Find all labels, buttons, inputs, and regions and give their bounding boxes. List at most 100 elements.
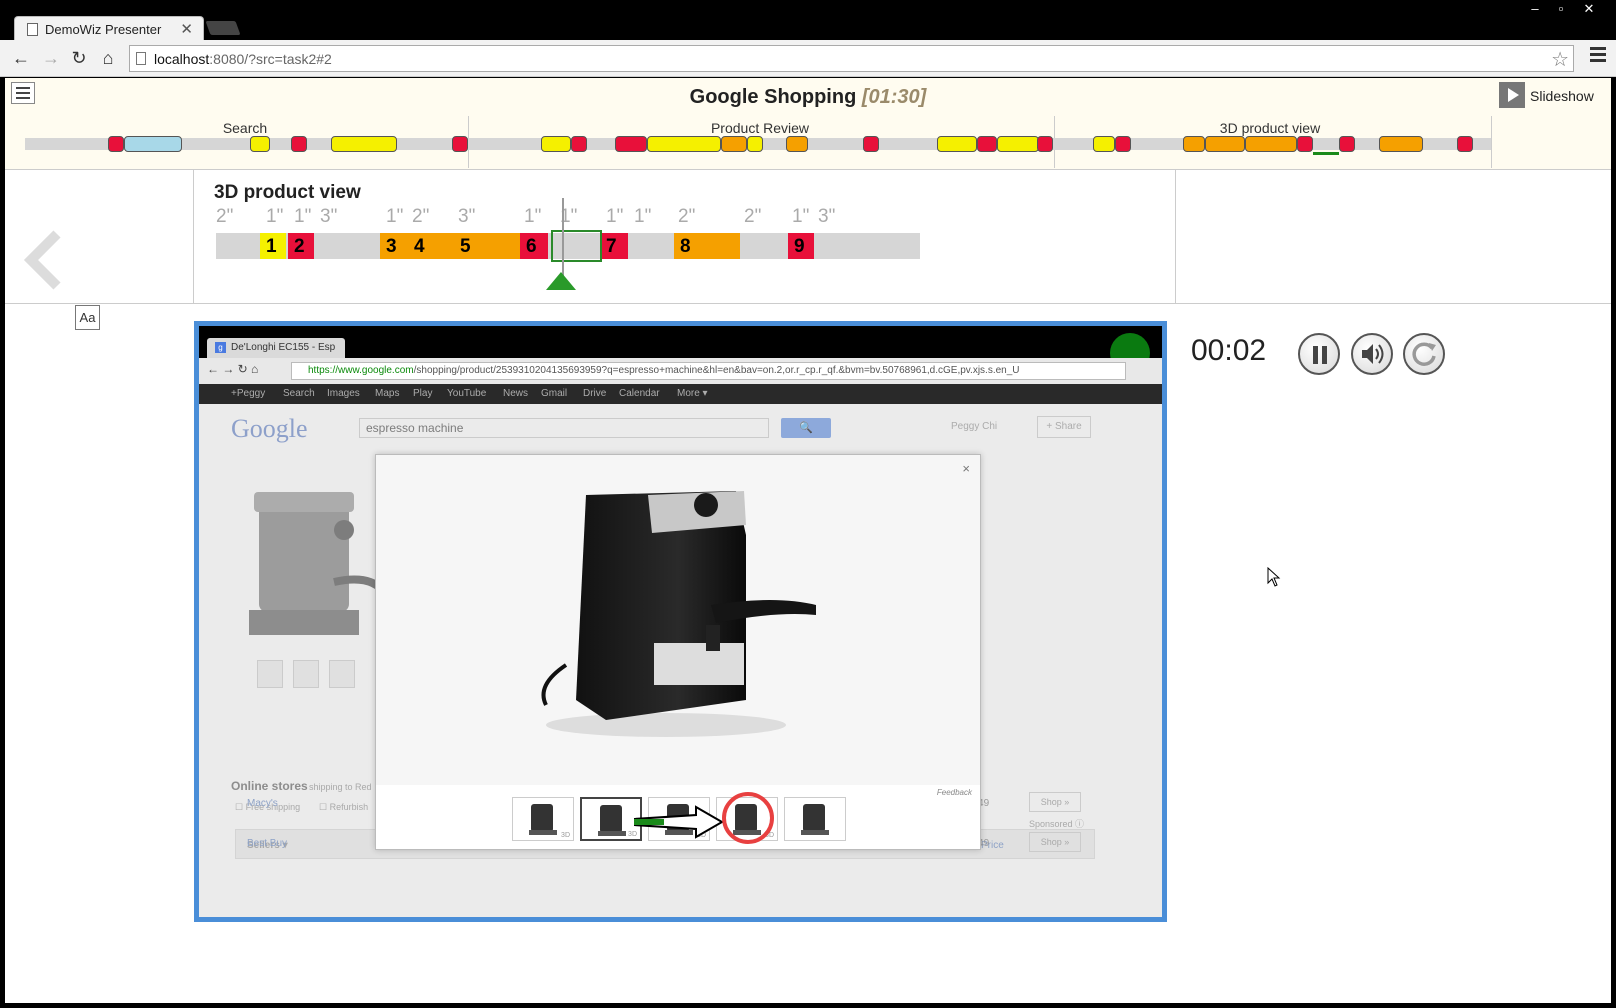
- overview-step-block[interactable]: [1205, 136, 1245, 152]
- pause-button[interactable]: [1298, 333, 1340, 375]
- font-size-button[interactable]: Aa: [75, 305, 100, 330]
- overview-step-block[interactable]: [747, 136, 763, 152]
- overview-step-block[interactable]: [1339, 136, 1355, 152]
- overview-step-block[interactable]: [108, 136, 124, 152]
- previous-section-icon[interactable]: [19, 230, 79, 290]
- step-duration: 1": [266, 206, 284, 227]
- modal-close-icon: ×: [962, 461, 970, 476]
- inner-address-bar: https://www.google.com/shopping/product/…: [291, 362, 1126, 380]
- 3d-viewer-stage: [376, 455, 980, 785]
- overview-step-block[interactable]: [997, 136, 1039, 152]
- step-5[interactable]: 5: [454, 233, 520, 259]
- overview-step-block[interactable]: [291, 136, 307, 152]
- bookmark-star-icon[interactable]: ☆: [1551, 47, 1569, 72]
- step-3[interactable]: 3: [380, 233, 408, 259]
- overview-step-block[interactable]: [1379, 136, 1423, 152]
- step-duration: 2": [744, 206, 762, 227]
- overview-step-block[interactable]: [571, 136, 587, 152]
- page-icon: [27, 23, 38, 36]
- home-icon[interactable]: ⌂: [97, 47, 119, 69]
- total-duration: [01:30]: [861, 86, 927, 108]
- volume-button[interactable]: [1351, 333, 1393, 375]
- step-duration: 1": [792, 206, 810, 227]
- step-duration: 1": [524, 206, 542, 227]
- step-duration: 2": [678, 206, 696, 227]
- google-favicon-icon: g: [215, 342, 226, 353]
- drag-annotation-arrow: [634, 805, 724, 839]
- chrome-menu-icon[interactable]: [1590, 47, 1606, 65]
- 3d-view-thumbnail: 3D: [580, 797, 642, 841]
- espresso-machine-image: [541, 491, 816, 737]
- step-7[interactable]: 7: [600, 233, 628, 259]
- close-window-button[interactable]: ✕: [1576, 0, 1602, 20]
- overview-playhead: [1313, 152, 1339, 155]
- address-bar[interactable]: localhost:8080/?src=task2#2 ☆: [129, 45, 1574, 72]
- video-screenshot: g De'Longhi EC155 - Esp ← → ↻ ⌂ https://…: [199, 326, 1162, 917]
- replay-icon: [1412, 342, 1436, 366]
- overview-step-block[interactable]: [1093, 136, 1115, 152]
- overview-step-block[interactable]: [331, 136, 397, 152]
- overview-step-block[interactable]: [1183, 136, 1205, 152]
- section-label-product-review[interactable]: Product Review: [695, 120, 825, 136]
- new-tab-button[interactable]: [205, 21, 241, 35]
- overview-header: Google Shopping [01:30] Slideshow Search…: [5, 78, 1611, 170]
- overview-step-block[interactable]: [452, 136, 468, 152]
- step-duration: 1": [386, 206, 404, 227]
- overview-step-block[interactable]: [250, 136, 270, 152]
- replay-button[interactable]: [1403, 333, 1445, 375]
- step-2[interactable]: 2: [288, 233, 314, 259]
- step-9[interactable]: 9: [788, 233, 814, 259]
- click-annotation-ring: [722, 792, 774, 844]
- mouse-cursor-icon: [1267, 567, 1281, 587]
- step-6[interactable]: 6: [520, 233, 548, 259]
- tab-close-icon[interactable]: ✕: [180, 20, 193, 38]
- step-duration: 2": [216, 206, 234, 227]
- overview-step-block[interactable]: [1457, 136, 1473, 152]
- presenter-app: Google Shopping [01:30] Slideshow Search…: [5, 78, 1611, 1003]
- overview-step-block[interactable]: [615, 136, 647, 152]
- minimize-button[interactable]: ‒: [1522, 0, 1548, 20]
- demo-video[interactable]: g De'Longhi EC155 - Esp ← → ↻ ⌂ https://…: [194, 321, 1167, 922]
- section-detail-panel: 3D product view 2" 1" 1" 3" 1" 2" 3" 1" 1" 1" 1" 2"…: [193, 170, 1176, 304]
- back-arrow-icon[interactable]: ←: [10, 47, 32, 69]
- browser-tab[interactable]: DemoWiz Presenter ✕: [14, 16, 204, 42]
- overview-step-block[interactable]: [1037, 136, 1053, 152]
- browser-toolbar: ← → ↻ ⌂ localhost:8080/?src=task2#2 ☆: [0, 40, 1616, 77]
- slideshow-button[interactable]: Slideshow: [1499, 82, 1609, 110]
- step-8[interactable]: 8: [674, 233, 740, 259]
- 3d-view-thumbnail: 3D: [512, 797, 574, 841]
- playhead-handle[interactable]: [546, 272, 576, 290]
- overview-step-block[interactable]: [863, 136, 879, 152]
- overview-step-block[interactable]: [721, 136, 747, 152]
- overview-step-block[interactable]: [1115, 136, 1131, 152]
- step-duration: 1": [294, 206, 312, 227]
- step-duration: 2": [412, 206, 430, 227]
- playback-timer: 00:02: [1191, 334, 1267, 367]
- url-text: localhost:8080/?src=task2#2: [154, 51, 332, 67]
- step-4[interactable]: 4: [408, 233, 454, 259]
- forward-arrow-icon[interactable]: →: [40, 47, 62, 69]
- section-detail: 3D product view 2" 1" 1" 3" 1" 2" 3" 1" 1" 1" 1" 2"…: [5, 170, 1611, 304]
- overview-step-block[interactable]: [786, 136, 808, 152]
- section-label-3d-product-view[interactable]: 3D product view: [1205, 120, 1335, 136]
- section-label-search[interactable]: Search: [185, 120, 305, 136]
- step-1[interactable]: 1: [260, 233, 286, 259]
- overview-step-block[interactable]: [1297, 136, 1313, 152]
- page-icon: [136, 52, 146, 65]
- thumbnail-3d-badge: 3D: [561, 832, 570, 839]
- 3d-viewer-modal: × Feedback 3D 3D 3D 3D: [375, 454, 981, 850]
- step-duration: 3": [458, 206, 476, 227]
- reload-icon[interactable]: ↻: [68, 47, 90, 69]
- section-title: 3D product view: [214, 182, 361, 203]
- current-step-highlight: [551, 230, 602, 262]
- step-duration: 1": [606, 206, 624, 227]
- tab-title: DemoWiz Presenter: [45, 22, 162, 37]
- overview-step-block[interactable]: [647, 136, 721, 152]
- overview-step-block[interactable]: [1245, 136, 1297, 152]
- overview-step-block[interactable]: [541, 136, 571, 152]
- presentation-title: Google Shopping [01:30]: [689, 86, 927, 108]
- overview-step-block[interactable]: [124, 136, 182, 152]
- overview-step-block[interactable]: [937, 136, 977, 152]
- overview-step-block[interactable]: [977, 136, 997, 152]
- maximize-button[interactable]: ▫: [1548, 0, 1574, 20]
